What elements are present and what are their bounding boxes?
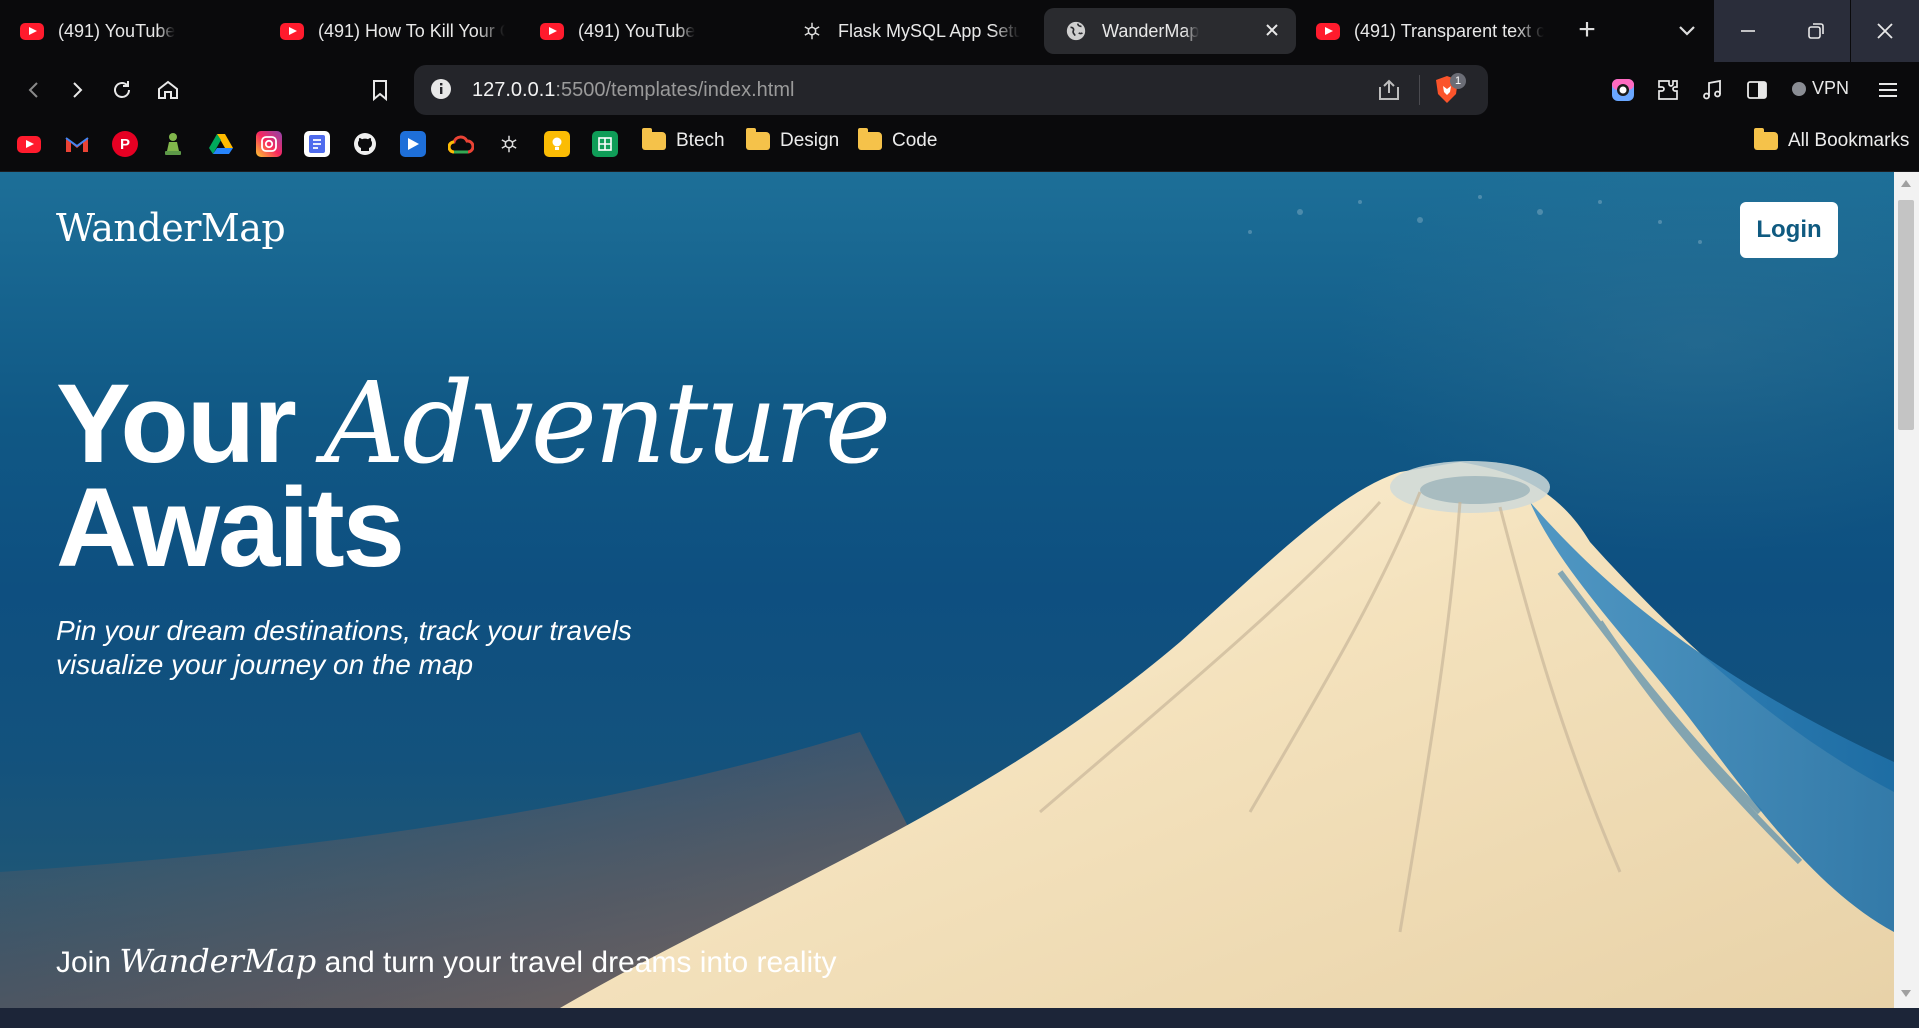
tab-title: WanderMap — [1102, 20, 1200, 41]
gmail-icon[interactable] — [64, 131, 90, 157]
url-host: 127.0.0.1 — [472, 79, 556, 101]
github-icon[interactable] — [352, 131, 378, 157]
folder-label: Btech — [676, 130, 725, 151]
tab-youtube-3[interactable]: (491) YouTube — [520, 8, 775, 54]
vpn-button[interactable]: VPN — [1792, 78, 1849, 99]
tab-youtube-1[interactable]: (491) YouTube — [0, 8, 260, 54]
tab-title: (491) How To Kill Your C — [318, 20, 505, 41]
sidebar-toggle-icon[interactable] — [1741, 74, 1773, 106]
tab-title: (491) Transparent text c — [1354, 20, 1544, 41]
globe-icon — [1064, 19, 1088, 43]
scroll-down-arrow-icon[interactable] — [1901, 990, 1911, 997]
forward-button[interactable] — [59, 72, 95, 108]
keep-icon[interactable] — [544, 131, 570, 157]
join-callout: Join WanderMap and turn your travel drea… — [56, 942, 836, 980]
site-logo[interactable]: WanderMap — [56, 206, 286, 250]
browser-toolbar: 127.0.0.1:5500/templates/index.html 1 VP… — [0, 62, 1919, 118]
hero-line-1: Your Adventure — [56, 368, 891, 481]
tab-title: (491) YouTube — [578, 20, 696, 41]
bookmark-folder-code[interactable]: Code — [858, 128, 938, 152]
back-button[interactable] — [16, 72, 52, 108]
docs-icon[interactable] — [304, 131, 330, 157]
url-text[interactable]: 127.0.0.1:5500/templates/index.html — [472, 79, 794, 102]
folder-icon — [642, 128, 666, 150]
hero-line-2: Awaits — [56, 465, 405, 590]
folder-icon — [746, 128, 770, 150]
page-viewport: WanderMap Login Your Adventure Awaits Pi… — [0, 172, 1894, 1008]
tab-wandermap[interactable]: WanderMap — [1044, 8, 1296, 54]
chatgpt-icon[interactable] — [496, 131, 522, 157]
all-bookmarks-folder[interactable]: All Bookmarks — [1754, 128, 1910, 152]
youtube-icon — [280, 19, 304, 43]
brave-shields-badge: 1 — [1450, 73, 1466, 89]
vpn-status-icon — [1792, 81, 1806, 96]
login-button[interactable]: Login — [1740, 202, 1838, 258]
tab-youtube-4[interactable]: (491) Transparent text c — [1296, 8, 1546, 54]
reload-button[interactable] — [104, 72, 140, 108]
folder-icon — [1754, 128, 1778, 150]
close-tab-icon[interactable] — [1262, 20, 1282, 40]
tab-youtube-2[interactable]: (491) How To Kill Your C — [260, 8, 505, 54]
restore-button[interactable] — [1782, 0, 1850, 62]
video-icon[interactable] — [400, 131, 426, 157]
close-window-button[interactable] — [1851, 0, 1919, 62]
tab-strip: (491) YouTube (491) How To Kill Your C (… — [0, 0, 1919, 62]
chatgpt-icon — [800, 19, 824, 43]
youtube-icon — [1316, 19, 1340, 43]
drive-icon[interactable] — [208, 131, 234, 157]
folder-icon — [858, 128, 882, 150]
page-scrollbar[interactable] — [1894, 172, 1919, 1008]
bookmark-folder-design[interactable]: Design — [746, 128, 840, 152]
extension-color-icon[interactable] — [1607, 74, 1639, 106]
folder-label: All Bookmarks — [1788, 130, 1910, 151]
home-button[interactable] — [150, 72, 186, 108]
music-note-icon[interactable] — [1696, 74, 1728, 106]
tab-title: (491) YouTube — [58, 20, 176, 41]
chess-icon[interactable] — [160, 131, 186, 157]
tagline-line-1: Pin your dream destinations, track your … — [56, 615, 632, 646]
scroll-thumb[interactable] — [1898, 200, 1914, 430]
hero-background-mountain — [0, 195, 1894, 1008]
bookmark-page-icon[interactable] — [362, 72, 398, 108]
tab-flask[interactable]: Flask MySQL App Setup — [780, 8, 1020, 54]
share-icon[interactable] — [1376, 77, 1402, 108]
bookmark-folder-btech[interactable]: Btech — [642, 128, 725, 152]
tab-search-chevron-icon[interactable] — [1672, 16, 1702, 46]
minimize-button[interactable] — [1714, 0, 1782, 62]
os-taskbar — [0, 1008, 1919, 1028]
address-bar[interactable]: 127.0.0.1:5500/templates/index.html 1 — [414, 65, 1488, 115]
hero-word-adventure: Adventure — [323, 359, 891, 489]
vpn-label: VPN — [1812, 78, 1850, 98]
hero-heading: Your Adventure Awaits — [56, 368, 891, 590]
site-info-icon[interactable] — [430, 78, 452, 105]
new-tab-button[interactable]: + — [1570, 14, 1604, 48]
tagline-line-2: visualize your journey on the map — [56, 649, 474, 680]
tab-title: Flask MySQL App Setup — [838, 20, 1020, 41]
extensions-puzzle-icon[interactable] — [1652, 74, 1684, 106]
youtube-icon — [540, 19, 564, 43]
youtube-icon — [20, 19, 44, 43]
bookmarks-bar: P Btech Design Code All Bookmarks — [0, 118, 1919, 172]
pinterest-icon[interactable]: P — [112, 131, 138, 157]
folder-label: Code — [892, 130, 938, 151]
instagram-icon[interactable] — [256, 131, 282, 157]
folder-label: Design — [780, 130, 840, 151]
join-suffix: and turn your travel dreams into reality — [324, 946, 837, 979]
cloud-icon[interactable] — [448, 131, 474, 157]
hero-tagline: Pin your dream destinations, track your … — [56, 614, 632, 682]
join-prefix: Join — [56, 946, 112, 979]
omnibox-divider — [1419, 75, 1420, 105]
url-path: :5500/templates/index.html — [555, 79, 795, 101]
sheets-icon[interactable] — [592, 131, 618, 157]
scroll-up-arrow-icon[interactable] — [1901, 180, 1911, 187]
menu-icon[interactable] — [1872, 74, 1904, 106]
join-brand: WanderMap — [119, 942, 317, 980]
youtube-icon[interactable] — [16, 131, 42, 157]
